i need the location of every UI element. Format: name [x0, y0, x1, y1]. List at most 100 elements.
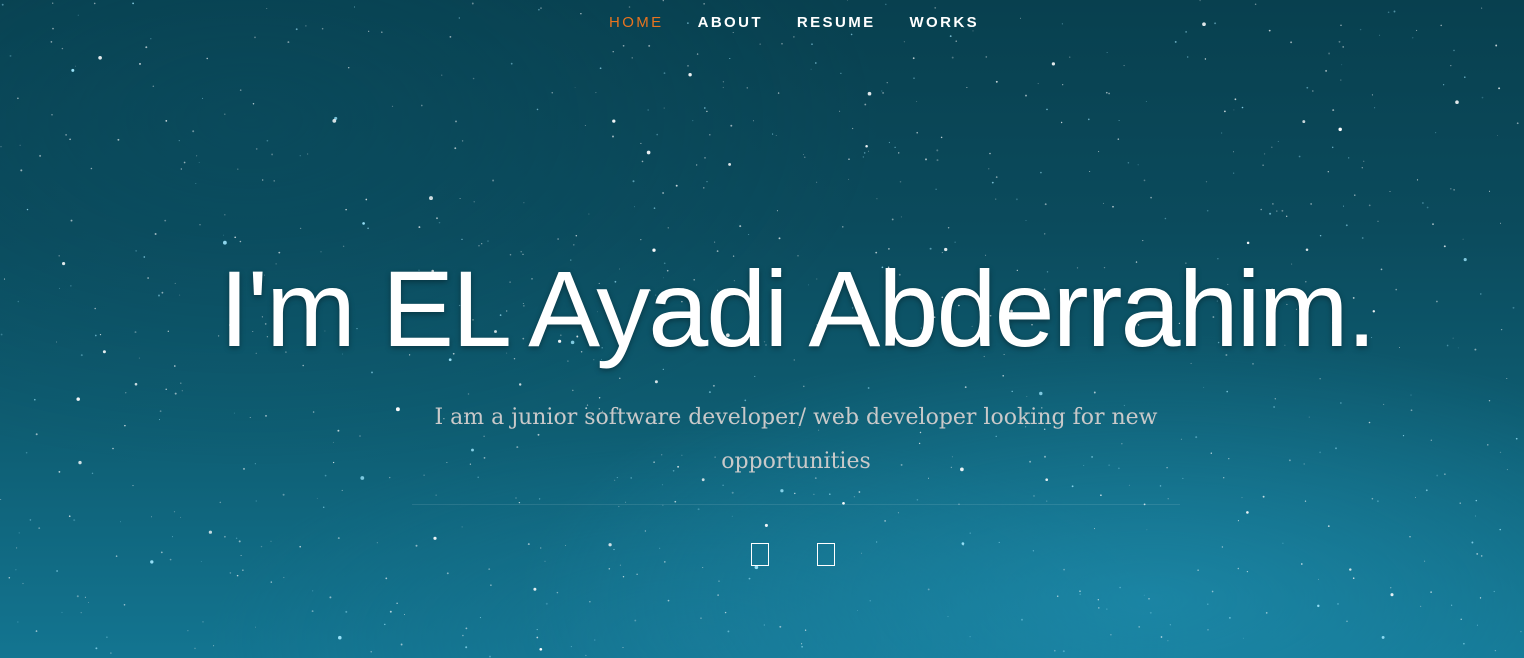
star [1197, 569, 1199, 571]
star [341, 489, 343, 491]
star [1079, 593, 1082, 596]
nav-item-resume: RESUME [797, 14, 876, 32]
star [123, 604, 126, 606]
star [1361, 237, 1364, 239]
star [400, 643, 403, 646]
star [801, 645, 803, 648]
star [1246, 570, 1249, 573]
star [160, 551, 163, 554]
star [886, 82, 888, 84]
star [1515, 437, 1518, 440]
star [688, 72, 692, 77]
star [347, 66, 350, 69]
star [1237, 520, 1239, 522]
star [345, 208, 347, 211]
star [236, 574, 239, 577]
star [898, 152, 900, 154]
star [455, 120, 457, 123]
star [674, 500, 677, 503]
star [38, 527, 41, 529]
star [829, 493, 831, 495]
star [312, 411, 315, 413]
star [1436, 474, 1439, 477]
star [900, 216, 902, 218]
star [969, 636, 971, 638]
star [237, 168, 239, 170]
star [1234, 98, 1237, 101]
star [76, 397, 80, 401]
social-link-1[interactable] [751, 543, 771, 569]
social-icon-1 [751, 543, 769, 566]
star [1430, 439, 1432, 441]
star [1327, 525, 1330, 527]
star [1402, 434, 1405, 437]
star [622, 576, 625, 578]
star [1221, 546, 1224, 548]
star [608, 543, 612, 547]
star [384, 623, 386, 626]
star [848, 158, 850, 161]
social-link-2[interactable] [817, 543, 837, 569]
star [612, 135, 614, 138]
star [538, 498, 541, 500]
star [1345, 224, 1348, 227]
star [899, 180, 902, 183]
star [271, 153, 274, 156]
star [1145, 101, 1147, 102]
star [454, 147, 457, 150]
star [1187, 56, 1189, 58]
star [273, 180, 275, 182]
star [729, 57, 731, 60]
star [110, 652, 112, 654]
star [1416, 179, 1419, 181]
star [171, 536, 173, 538]
star [1361, 167, 1363, 169]
star [1282, 542, 1284, 544]
nav-link-home[interactable]: HOME [609, 14, 664, 31]
star [653, 207, 656, 209]
star [640, 239, 642, 241]
nav-link-resume[interactable]: RESUME [797, 14, 876, 31]
star [213, 645, 215, 647]
star [728, 162, 732, 166]
star [360, 476, 365, 480]
star [748, 577, 751, 580]
star [888, 141, 890, 144]
star [115, 555, 118, 557]
star [125, 392, 127, 394]
star [492, 179, 495, 182]
star [1046, 500, 1048, 502]
star [68, 515, 71, 518]
star [1138, 626, 1141, 628]
star [1443, 84, 1445, 86]
star [169, 558, 172, 561]
star [1206, 209, 1209, 212]
star [640, 142, 642, 144]
star [1488, 190, 1491, 192]
star [1205, 181, 1208, 183]
nav-item-home: HOME [609, 14, 664, 32]
star [1381, 635, 1385, 639]
star [1143, 594, 1145, 596]
star [1368, 421, 1371, 424]
star [282, 493, 285, 496]
nav-link-works[interactable]: WORKS [910, 14, 980, 31]
star [88, 602, 89, 603]
star [570, 646, 572, 648]
star [595, 92, 597, 94]
star [801, 643, 803, 645]
nav-link-about[interactable]: ABOUT [698, 14, 763, 31]
star [692, 120, 694, 122]
star [1298, 155, 1301, 158]
star [794, 492, 796, 495]
star [265, 415, 267, 417]
star [703, 107, 706, 109]
star [461, 526, 463, 528]
star [752, 120, 754, 122]
star [588, 213, 590, 215]
star [1340, 402, 1342, 404]
star [722, 484, 724, 487]
star [224, 214, 226, 216]
star [462, 634, 464, 637]
star [772, 133, 774, 135]
